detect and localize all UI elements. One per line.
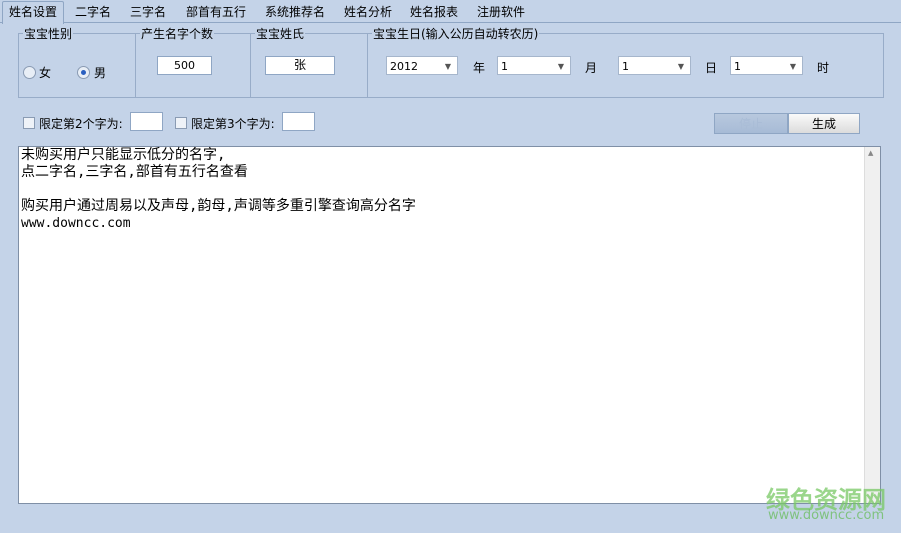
- limit3-input[interactable]: [282, 112, 315, 131]
- watermark-url: www.downcc.com: [768, 508, 885, 523]
- count-group: 产生名字个数 500: [135, 25, 251, 98]
- limit3-label: 限定第3个字为:: [191, 117, 275, 131]
- gender-title: 宝宝性别: [23, 25, 74, 42]
- surname-group: 宝宝姓氏 张: [250, 25, 368, 98]
- male-label: 男: [94, 66, 107, 80]
- surname-input[interactable]: 张: [265, 56, 335, 75]
- chevron-down-icon: ▼: [557, 62, 564, 71]
- vertical-scrollbar[interactable]: ▲: [864, 147, 880, 503]
- tab-three-char[interactable]: 三字名: [130, 3, 166, 22]
- output-line: [19, 181, 880, 198]
- hour-select[interactable]: 1 ▼: [730, 56, 803, 75]
- chevron-down-icon: ▼: [789, 62, 796, 71]
- female-label: 女: [39, 66, 52, 80]
- tab-report[interactable]: 姓名报表: [410, 3, 458, 22]
- month-value: 1: [501, 60, 508, 73]
- count-title: 产生名字个数: [140, 25, 215, 42]
- output-line: 点二字名,三字名,部首有五行名查看: [21, 164, 248, 180]
- day-unit: 日: [705, 61, 718, 75]
- hour-unit: 时: [817, 61, 830, 75]
- limit2-input[interactable]: [130, 112, 163, 131]
- output-line: 未购买用户只能显示低分的名字,: [21, 147, 226, 163]
- birthday-title: 宝宝生日(输入公历自动转农历): [372, 25, 540, 42]
- tab-bar: 姓名设置 二字名 三字名 部首有五行 系统推荐名 姓名分析 姓名报表 注册软件: [0, 0, 901, 24]
- stop-button[interactable]: 停止: [714, 113, 788, 134]
- limit2-label: 限定第2个字为:: [39, 117, 123, 131]
- limit3-checkbox[interactable]: [175, 117, 187, 129]
- output-line: 购买用户通过周易以及声母,韵母,声调等多重引擎查询高分名字: [21, 198, 416, 214]
- gender-group: 宝宝性别 女 男: [18, 25, 136, 98]
- scroll-up-icon[interactable]: ▲: [868, 149, 873, 157]
- female-radio[interactable]: [23, 66, 36, 79]
- year-value: 2012: [390, 60, 418, 73]
- hour-value: 1: [734, 60, 741, 73]
- tab-register[interactable]: 注册软件: [477, 3, 525, 22]
- month-select[interactable]: 1 ▼: [497, 56, 571, 75]
- tab-two-char[interactable]: 二字名: [75, 3, 111, 22]
- chevron-down-icon: ▼: [444, 62, 451, 71]
- male-radio[interactable]: [77, 66, 90, 79]
- output-line: www.downcc.com: [21, 216, 131, 231]
- surname-title: 宝宝姓氏: [255, 25, 306, 42]
- year-unit: 年: [473, 61, 486, 75]
- tab-recommended[interactable]: 系统推荐名: [265, 3, 325, 22]
- output-textarea[interactable]: 未购买用户只能显示低分的名字, 点二字名,三字名,部首有五行名查看 购买用户通过…: [18, 146, 881, 504]
- day-select[interactable]: 1 ▼: [618, 56, 691, 75]
- day-value: 1: [622, 60, 629, 73]
- month-unit: 月: [585, 61, 598, 75]
- count-input[interactable]: 500: [157, 56, 212, 75]
- chevron-down-icon: ▼: [677, 62, 684, 71]
- limit2-checkbox[interactable]: [23, 117, 35, 129]
- tab-name-settings[interactable]: 姓名设置: [2, 1, 65, 24]
- year-select[interactable]: 2012 ▼: [386, 56, 458, 75]
- tab-radical[interactable]: 部首有五行: [186, 3, 246, 22]
- tab-analysis[interactable]: 姓名分析: [344, 3, 392, 22]
- generate-button[interactable]: 生成: [788, 113, 860, 134]
